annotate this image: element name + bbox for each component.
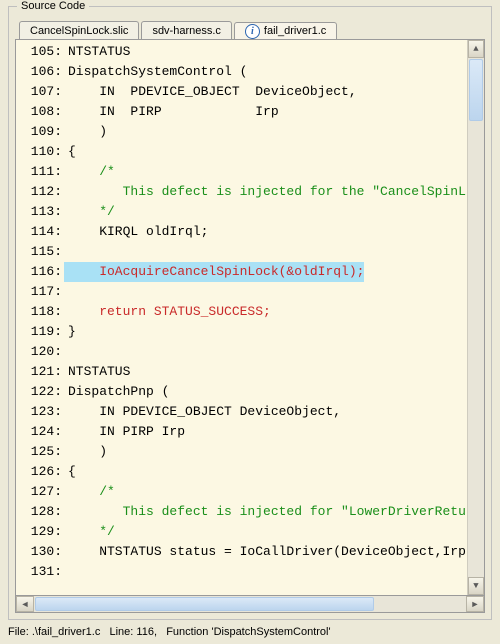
line-number: 105 <box>16 42 64 62</box>
code-line[interactable]: 118 return STATUS_SUCCESS; <box>16 302 467 322</box>
line-number: 129 <box>16 522 64 542</box>
code-text: DispatchPnp ( <box>64 382 169 402</box>
code-text: IN PIRP Irp <box>64 422 185 442</box>
code-line[interactable]: 128 This defect is injected for "LowerDr… <box>16 502 467 522</box>
horizontal-scroll-track[interactable] <box>34 596 466 612</box>
code-line[interactable]: 107 IN PDEVICE_OBJECT DeviceObject, <box>16 82 467 102</box>
code-line[interactable]: 117 <box>16 282 467 302</box>
scroll-left-button[interactable]: ◄ <box>16 596 34 612</box>
code-text: NTSTATUS <box>64 362 130 382</box>
code-text: This defect is injected for the "CancelS… <box>64 182 466 202</box>
tab-strip: CancelSpinLock.slic sdv-harness.c i fail… <box>19 17 485 39</box>
code-text: { <box>64 462 76 482</box>
code-line[interactable]: 115 <box>16 242 467 262</box>
line-number: 110 <box>16 142 64 162</box>
tab-cancelspinlock[interactable]: CancelSpinLock.slic <box>19 21 139 39</box>
code-line[interactable]: 126{ <box>16 462 467 482</box>
code-line[interactable]: 113 */ <box>16 202 467 222</box>
code-line[interactable]: 112 This defect is injected for the "Can… <box>16 182 467 202</box>
code-text: { <box>64 142 76 162</box>
code-line[interactable]: 130 NTSTATUS status = IoCallDriver(Devic… <box>16 542 467 562</box>
tab-fail-driver1[interactable]: i fail_driver1.c <box>234 22 337 40</box>
code-line[interactable]: 114 KIRQL oldIrql; <box>16 222 467 242</box>
code-text: IoAcquireCancelSpinLock(&oldIrql); <box>64 262 364 282</box>
code-line[interactable]: 122DispatchPnp ( <box>16 382 467 402</box>
line-number: 122 <box>16 382 64 402</box>
code-line[interactable]: 123 IN PDEVICE_OBJECT DeviceObject, <box>16 402 467 422</box>
line-number: 115 <box>16 242 64 262</box>
code-line[interactable]: 111 /* <box>16 162 467 182</box>
line-number: 127 <box>16 482 64 502</box>
horizontal-scroll-thumb[interactable] <box>35 597 374 611</box>
line-number: 121 <box>16 362 64 382</box>
code-line[interactable]: 120 <box>16 342 467 362</box>
line-number: 123 <box>16 402 64 422</box>
code-line[interactable]: 116 IoAcquireCancelSpinLock(&oldIrql); <box>16 262 467 282</box>
code-text: */ <box>64 522 115 542</box>
code-line[interactable]: 105NTSTATUS <box>16 42 467 62</box>
line-number: 107 <box>16 82 64 102</box>
line-number: 124 <box>16 422 64 442</box>
code-line[interactable]: 109 ) <box>16 122 467 142</box>
code-text: } <box>64 322 76 342</box>
code-text: NTSTATUS status = IoCallDriver(DeviceObj… <box>64 542 466 562</box>
line-number: 118 <box>16 302 64 322</box>
code-text: ) <box>64 442 107 462</box>
code-line[interactable]: 125 ) <box>16 442 467 462</box>
code-text: NTSTATUS <box>64 42 130 62</box>
scroll-up-button[interactable]: ▲ <box>468 40 484 58</box>
scroll-down-button[interactable]: ▼ <box>468 577 484 595</box>
code-text: */ <box>64 202 115 222</box>
source-viewer: 105NTSTATUS106DispatchSystemControl (107… <box>15 39 485 596</box>
line-number: 117 <box>16 282 64 302</box>
code-line[interactable]: 119} <box>16 322 467 342</box>
line-number: 113 <box>16 202 64 222</box>
scroll-right-button[interactable]: ► <box>466 596 484 612</box>
line-number: 120 <box>16 342 64 362</box>
code-text: ) <box>64 122 107 142</box>
vertical-scroll-track[interactable] <box>468 58 484 577</box>
line-number: 111 <box>16 162 64 182</box>
code-text: /* <box>64 482 115 502</box>
code-text: /* <box>64 162 115 182</box>
horizontal-scrollbar[interactable]: ◄ ► <box>15 596 485 613</box>
line-number: 125 <box>16 442 64 462</box>
code-text: return STATUS_SUCCESS; <box>64 302 271 322</box>
code-line[interactable]: 108 IN PIRP Irp <box>16 102 467 122</box>
status-bar: File: .\fail_driver1.c Line: 116, Functi… <box>0 622 500 644</box>
vertical-scrollbar[interactable]: ▲ ▼ <box>467 40 484 595</box>
line-number: 126 <box>16 462 64 482</box>
code-text: IN PDEVICE_OBJECT DeviceObject, <box>64 402 341 422</box>
panel-title: Source Code <box>17 0 89 12</box>
line-number: 128 <box>16 502 64 522</box>
code-line[interactable]: 110{ <box>16 142 467 162</box>
code-text: DispatchSystemControl ( <box>64 62 247 82</box>
code-line[interactable]: 129 */ <box>16 522 467 542</box>
code-line[interactable]: 127 /* <box>16 482 467 502</box>
code-line[interactable]: 121NTSTATUS <box>16 362 467 382</box>
line-number: 106 <box>16 62 64 82</box>
tab-sdv-harness[interactable]: sdv-harness.c <box>141 21 231 39</box>
line-number: 114 <box>16 222 64 242</box>
line-number: 108 <box>16 102 64 122</box>
vertical-scroll-thumb[interactable] <box>469 59 483 121</box>
code-text: IN PDEVICE_OBJECT DeviceObject, <box>64 82 357 102</box>
info-icon: i <box>245 24 260 39</box>
code-line[interactable]: 124 IN PIRP Irp <box>16 422 467 442</box>
line-number: 112 <box>16 182 64 202</box>
line-number: 131 <box>16 562 64 582</box>
line-number: 116 <box>16 262 64 282</box>
line-number: 119 <box>16 322 64 342</box>
line-number: 109 <box>16 122 64 142</box>
code-line[interactable]: 131 <box>16 562 467 582</box>
line-number: 130 <box>16 542 64 562</box>
code-line[interactable]: 106DispatchSystemControl ( <box>16 62 467 82</box>
code-text: KIRQL oldIrql; <box>64 222 208 242</box>
code-text: IN PIRP Irp <box>64 102 279 122</box>
code-text: This defect is injected for "LowerDriver… <box>64 502 466 522</box>
